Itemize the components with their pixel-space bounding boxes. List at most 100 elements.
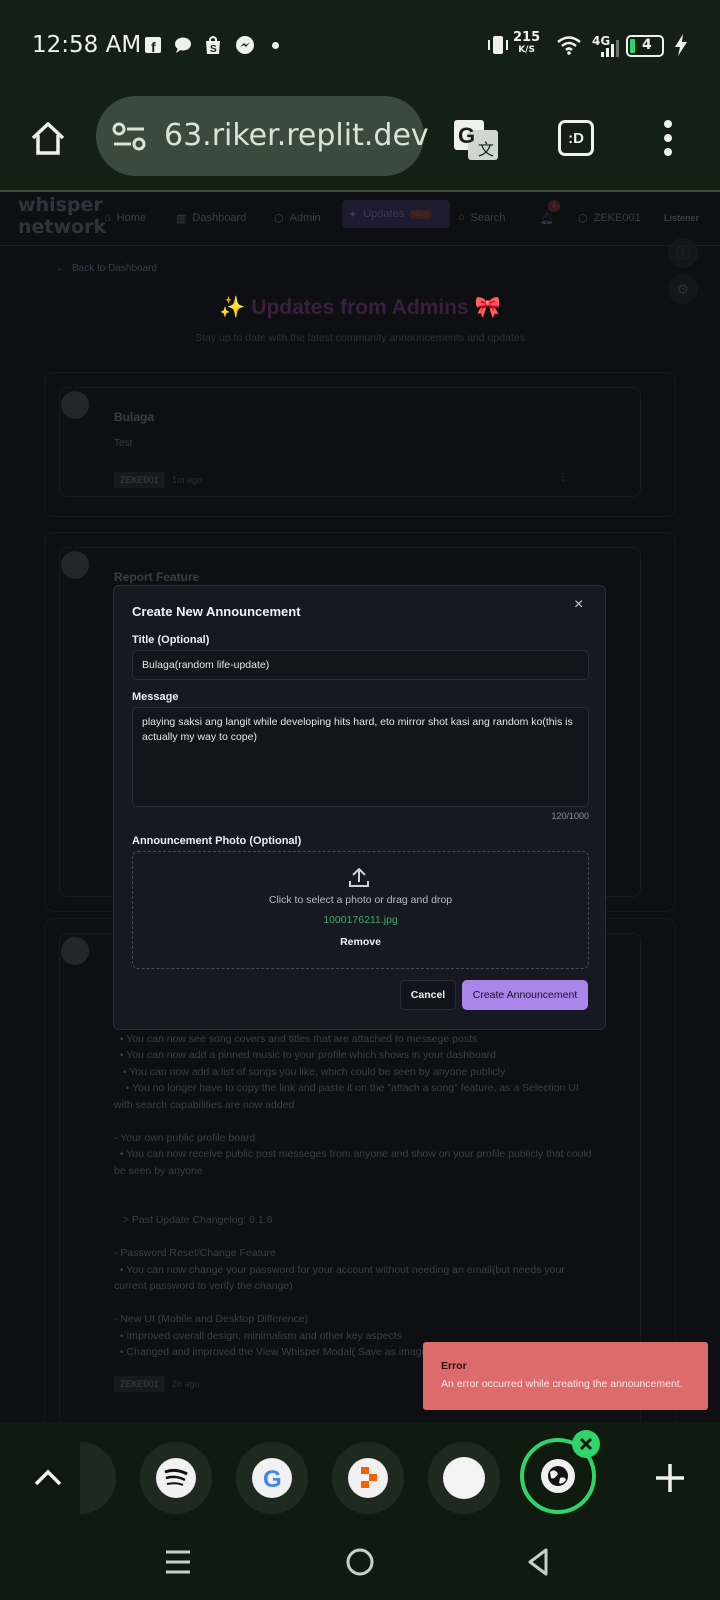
nav-dashboard[interactable]: ▥ Dashboard	[176, 206, 246, 230]
google-icon: G	[252, 1458, 292, 1498]
home-nav-button[interactable]	[344, 1546, 376, 1583]
tab-replit[interactable]	[332, 1442, 404, 1514]
title-input[interactable]: Bulaga(random life-update)	[132, 650, 589, 680]
close-tab-button[interactable]	[572, 1430, 600, 1458]
vibrate-icon	[486, 34, 508, 56]
page-title: ✨ Updates from Admins 🎀	[219, 296, 501, 319]
back-to-dashboard-link[interactable]: ← Back to Dashboard	[56, 256, 157, 280]
changelog-line: - New UI (Mobile and Desktop Difference)	[114, 1313, 309, 1325]
extension-button[interactable]: :D	[548, 110, 604, 166]
nav-profile[interactable]: ⬡ ZEKE001	[578, 206, 641, 230]
arrow-left-icon: ←	[56, 262, 66, 274]
announcement-title: Report Feature	[114, 570, 200, 584]
browser-menu-button[interactable]	[640, 110, 696, 166]
back-link-label: Back to Dashboard	[72, 262, 158, 274]
chart-icon: ▥	[176, 212, 187, 225]
modal-title: Create New Announcement	[132, 604, 301, 619]
tab-blank[interactable]	[428, 1442, 500, 1514]
toast-title: Error	[441, 1360, 467, 1372]
notification-button[interactable]: 🔔︎ 4	[540, 200, 560, 230]
error-toast[interactable]: Error An error occurred while creating t…	[423, 1342, 708, 1410]
cancel-button[interactable]: Cancel	[400, 980, 456, 1010]
browser-tab-strip: G	[0, 1422, 720, 1532]
replit-icon	[348, 1458, 388, 1498]
changelog-line	[114, 1229, 592, 1246]
author-chip: ZEKE001	[114, 472, 165, 488]
toast-message: An error occurred while creating the ann…	[441, 1378, 683, 1390]
photo-dropzone[interactable]: Click to select a photo or drag and drop…	[132, 851, 589, 969]
back-triangle-icon	[528, 1548, 548, 1576]
recent-apps-button[interactable]	[162, 1546, 194, 1583]
close-icon[interactable]: ×	[574, 596, 583, 614]
translate-icon: G文	[454, 120, 498, 160]
page-subtitle: Stay up to date with the latest communit…	[195, 332, 525, 344]
post-options-icon[interactable]: ⋮	[558, 472, 568, 483]
address-bar[interactable]: 63.riker.replit.dev	[96, 96, 429, 176]
site-navbar: whisper network ⌂ Home ▥ Dashboard ⬡ Admin …	[0, 192, 720, 246]
spotify-icon	[156, 1458, 196, 1498]
changelog-line: • You can now change your password for y…	[114, 1263, 565, 1276]
nav-search[interactable]: ○ Search	[458, 206, 506, 230]
more-notifications-dot-icon	[272, 42, 279, 49]
new-tab-button[interactable]	[652, 1460, 688, 1501]
changelog-line: with search capabilities are now added	[114, 1098, 295, 1111]
charging-bolt-icon	[670, 34, 692, 56]
tab-partial[interactable]	[80, 1442, 116, 1514]
announcement-card: Bulaga Test ZEKE001 1m ago ⋮	[44, 372, 676, 517]
chevron-up-icon	[34, 1469, 62, 1486]
nav-role: Listener	[664, 213, 700, 223]
character-count: 120/1000	[551, 811, 589, 821]
home-button[interactable]	[20, 110, 76, 166]
create-announcement-button[interactable]: Create Announcement	[462, 980, 588, 1010]
upload-hint: Click to select a photo or drag and drop	[268, 894, 453, 906]
home-icon: ⌂	[104, 212, 111, 224]
network-speed: 215 K/S	[513, 31, 540, 56]
changelog-line: • You can now add a pinned music to your…	[114, 1049, 496, 1061]
logo-line-2: network	[18, 216, 107, 238]
nav-admin[interactable]: ⬡ Admin	[274, 206, 321, 230]
message-field-label: Message	[132, 691, 179, 703]
tab-google[interactable]: G	[236, 1442, 308, 1514]
nav-updates[interactable]: ✦ Updates NEW	[342, 200, 450, 228]
changelog-line	[114, 1295, 592, 1312]
battery-icon: 4	[626, 35, 664, 57]
site-settings-icon[interactable]	[112, 120, 146, 157]
nav-home[interactable]: ⌂ Home	[104, 206, 146, 230]
logo-line-1: whisper	[18, 194, 103, 216]
remove-photo-button[interactable]: Remove	[328, 936, 393, 948]
search-icon: ○	[458, 212, 465, 224]
svg-text:文: 文	[478, 141, 494, 159]
info-icon[interactable]: ⓘ	[668, 238, 698, 268]
upload-icon	[347, 866, 371, 895]
bell-icon: 🔔︎	[540, 212, 554, 225]
blank-page-icon	[443, 1457, 485, 1499]
nav-search-label: Search	[470, 212, 506, 224]
changelog-line: > Past Update Changelog: 0.1.8	[114, 1214, 273, 1226]
changelog-line	[114, 1179, 592, 1196]
site-logo[interactable]: whisper network	[18, 194, 106, 238]
screen: 12:58 AM f S 215 K/S 4G 4 63.riker.repli…	[0, 0, 720, 1600]
changelog-line	[114, 1113, 592, 1130]
nav-dashboard-label: Dashboard	[192, 212, 247, 224]
nav-home-label: Home	[116, 212, 146, 224]
title-field-label: Title (Optional)	[132, 634, 210, 646]
system-navigation-bar	[0, 1532, 720, 1600]
shopping-bag-icon: S	[202, 34, 224, 56]
tab-spotify[interactable]	[140, 1442, 212, 1514]
home-icon	[31, 122, 65, 155]
circle-icon	[346, 1548, 374, 1576]
chat-bubble-icon	[172, 34, 194, 56]
url-text[interactable]: 63.riker.replit.dev	[164, 118, 429, 153]
plus-icon	[656, 1464, 684, 1492]
selected-file-name: 1000176211.jpg	[323, 914, 398, 926]
more-vertical-icon	[664, 120, 672, 156]
back-nav-button[interactable]	[522, 1546, 554, 1583]
globe-icon	[541, 1459, 575, 1493]
svg-text:f: f	[151, 39, 156, 54]
translate-button[interactable]: G文	[446, 110, 506, 170]
signal-icon	[598, 38, 620, 60]
announcement-title: Bulaga	[114, 410, 155, 424]
expand-tabs-button[interactable]	[30, 1460, 66, 1501]
svg-text:S: S	[210, 44, 217, 55]
message-textarea[interactable]: playing saksi ang langit while developin…	[132, 707, 589, 807]
